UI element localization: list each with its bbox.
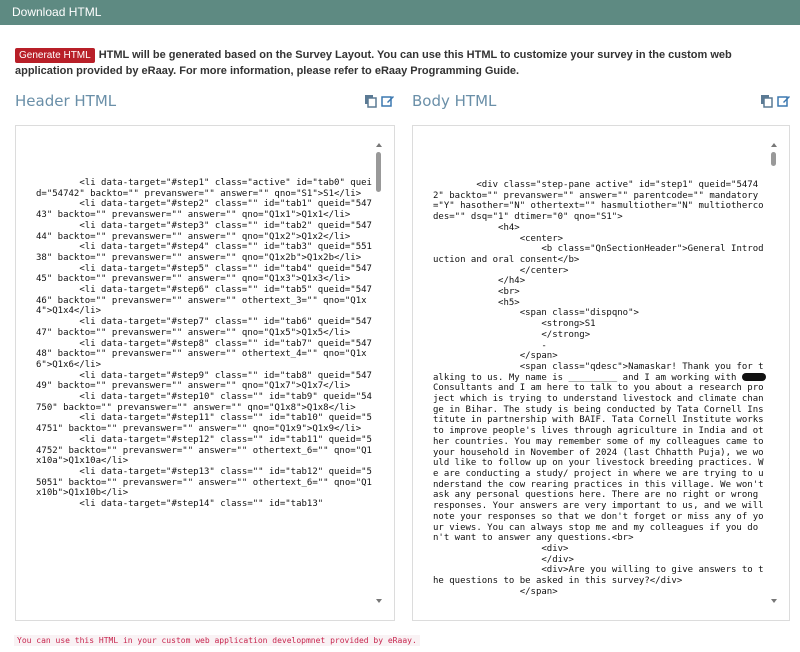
body-toolbar (760, 94, 791, 108)
header-toolbar (364, 94, 395, 108)
info-text: HTML will be generated based on the Surv… (15, 49, 732, 77)
edit-icon[interactable] (777, 94, 791, 108)
header-html-code[interactable]: <li data-target="#step1" class="active" … (36, 138, 372, 608)
body-code-part2: Consultants and I am here to talk to you… (433, 383, 764, 597)
header-html-panel: <li data-target="#step1" class="active" … (15, 125, 395, 621)
copy-icon[interactable] (760, 94, 774, 108)
scroll-thumb[interactable] (771, 152, 776, 166)
body-html-panel: <div class="step-pane active" id="step1"… (412, 125, 790, 621)
generate-html-button[interactable]: Generate HTML (15, 48, 95, 63)
info-message: Generate HTML HTML will be generated base… (15, 47, 790, 79)
scroll-down-arrow[interactable] (771, 599, 777, 603)
edit-icon[interactable] (381, 94, 395, 108)
footer-note: You can use this HTML in your custom web… (14, 635, 420, 646)
scroll-down-arrow[interactable] (376, 599, 382, 603)
body-html-code[interactable]: <div class="step-pane active" id="step1"… (433, 138, 767, 608)
window-title: Download HTML (12, 5, 102, 19)
scroll-up-arrow[interactable] (376, 143, 382, 147)
scroll-up-arrow[interactable] (771, 143, 777, 147)
header-scrollbar[interactable] (375, 138, 385, 608)
copy-icon[interactable] (364, 94, 378, 108)
window-titlebar: Download HTML (0, 0, 800, 25)
body-scrollbar[interactable] (770, 138, 780, 608)
header-html-title: Header HTML (15, 92, 117, 110)
body-code-part1: <div class="step-pane active" id="step1"… (433, 180, 764, 383)
body-html-title: Body HTML (412, 92, 497, 110)
scroll-thumb[interactable] (376, 152, 381, 192)
redacted-text (741, 373, 766, 382)
